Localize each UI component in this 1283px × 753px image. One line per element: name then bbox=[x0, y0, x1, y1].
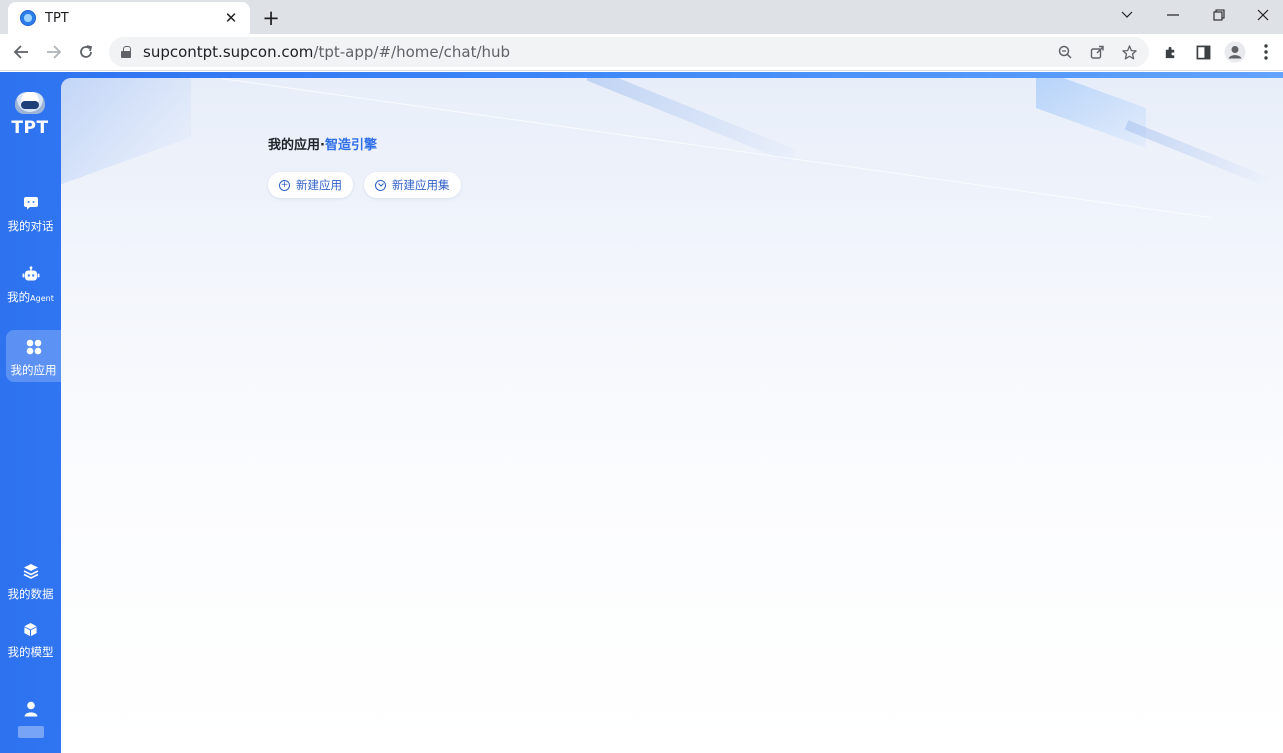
close-window-icon[interactable] bbox=[1240, 0, 1283, 30]
cube-icon bbox=[22, 620, 40, 638]
bookmark-star-icon[interactable] bbox=[1116, 40, 1142, 64]
browser-tab-strip: TPT ✕ + bbox=[0, 0, 1283, 34]
new-app-set-label: 新建应用集 bbox=[392, 178, 450, 192]
layers-icon bbox=[22, 562, 40, 580]
new-app-button[interactable]: + 新建应用 bbox=[268, 172, 353, 198]
robot-icon bbox=[22, 265, 40, 283]
sidebar-item-label-small: Agent bbox=[30, 294, 54, 303]
zoom-icon[interactable] bbox=[1052, 40, 1078, 64]
sidebar-item-label: 我的应用 bbox=[10, 363, 57, 377]
tab-search-icon[interactable] bbox=[1104, 0, 1150, 30]
share-icon[interactable] bbox=[1084, 40, 1110, 64]
sidebar-item-label: 我的对话 bbox=[7, 219, 54, 233]
new-tab-icon[interactable]: + bbox=[258, 5, 284, 31]
tpt-favicon-icon bbox=[20, 10, 36, 26]
sidebar-item-agent[interactable]: 我的Agent bbox=[0, 265, 61, 305]
new-app-set-button[interactable]: 新建应用集 bbox=[364, 172, 461, 198]
user-name-placeholder bbox=[17, 726, 44, 738]
minimize-icon[interactable] bbox=[1150, 0, 1196, 30]
forward-arrow-icon[interactable] bbox=[40, 38, 68, 66]
page-title: 我的应用·智造引擎 bbox=[268, 134, 377, 153]
tab-close-icon[interactable]: ✕ bbox=[222, 9, 240, 27]
decor-shape bbox=[586, 78, 796, 163]
sidebar-item-data[interactable]: 我的数据 bbox=[0, 562, 61, 602]
lock-icon bbox=[121, 46, 131, 58]
restore-icon[interactable] bbox=[1196, 0, 1242, 30]
chat-bubble-icon bbox=[22, 194, 40, 212]
sidebar-item-models[interactable]: 我的模型 bbox=[0, 620, 61, 660]
reload-icon[interactable] bbox=[72, 38, 100, 66]
url-path: /tpt-app/#/home/chat/hub bbox=[313, 43, 511, 61]
logo-text: TPT bbox=[11, 118, 49, 138]
main-panel: 我的应用·智造引擎 + 新建应用 新建应用集 bbox=[61, 78, 1283, 753]
address-bar[interactable]: supcontpt.supcon.com/tpt-app/#/home/chat… bbox=[109, 37, 1149, 67]
sidebar-item-label: 我的数据 bbox=[7, 587, 54, 601]
sidebar-item-label: 我的模型 bbox=[7, 645, 54, 659]
app-logo[interactable]: TPT bbox=[9, 92, 51, 138]
sidebar-item-apps[interactable]: 我的应用 bbox=[6, 330, 61, 382]
back-arrow-icon[interactable] bbox=[7, 38, 35, 66]
side-panel-icon[interactable] bbox=[1189, 38, 1217, 66]
chevron-circle-icon bbox=[375, 179, 386, 191]
plus-circle-icon: + bbox=[279, 179, 290, 191]
new-app-label: 新建应用 bbox=[296, 178, 342, 192]
page-title-highlight: 智造引擎 bbox=[324, 138, 377, 153]
url-domain: supcontpt.supcon.com bbox=[143, 43, 314, 61]
apps-grid-icon bbox=[25, 338, 43, 356]
profile-avatar-icon[interactable] bbox=[1221, 38, 1249, 66]
browser-tab[interactable]: TPT ✕ bbox=[8, 2, 250, 34]
sidebar-item-chats[interactable]: 我的对话 bbox=[0, 194, 61, 234]
app-root: TPT 我的对话 我的Agent 我的应用 我的数据 我的模型 我的应用·智造引… bbox=[0, 72, 1283, 753]
menu-kebab-icon[interactable] bbox=[1252, 38, 1280, 66]
sidebar-item-label-main: 我的 bbox=[7, 290, 31, 304]
page-title-prefix: 我的应用· bbox=[268, 138, 325, 153]
tab-title: TPT bbox=[45, 10, 69, 26]
sidebar-item-label: 我的Agent bbox=[0, 289, 61, 305]
decor-shape bbox=[61, 78, 191, 199]
browser-toolbar: supcontpt.supcon.com/tpt-app/#/home/chat… bbox=[0, 34, 1283, 71]
extensions-puzzle-icon[interactable] bbox=[1156, 38, 1184, 66]
sidebar: TPT 我的对话 我的Agent 我的应用 我的数据 我的模型 bbox=[0, 72, 61, 753]
user-avatar-icon bbox=[22, 700, 40, 718]
sidebar-user[interactable] bbox=[0, 700, 61, 738]
robot-logo-icon bbox=[15, 92, 45, 114]
decor-shape bbox=[1124, 120, 1268, 186]
decor-shape bbox=[1036, 78, 1146, 149]
